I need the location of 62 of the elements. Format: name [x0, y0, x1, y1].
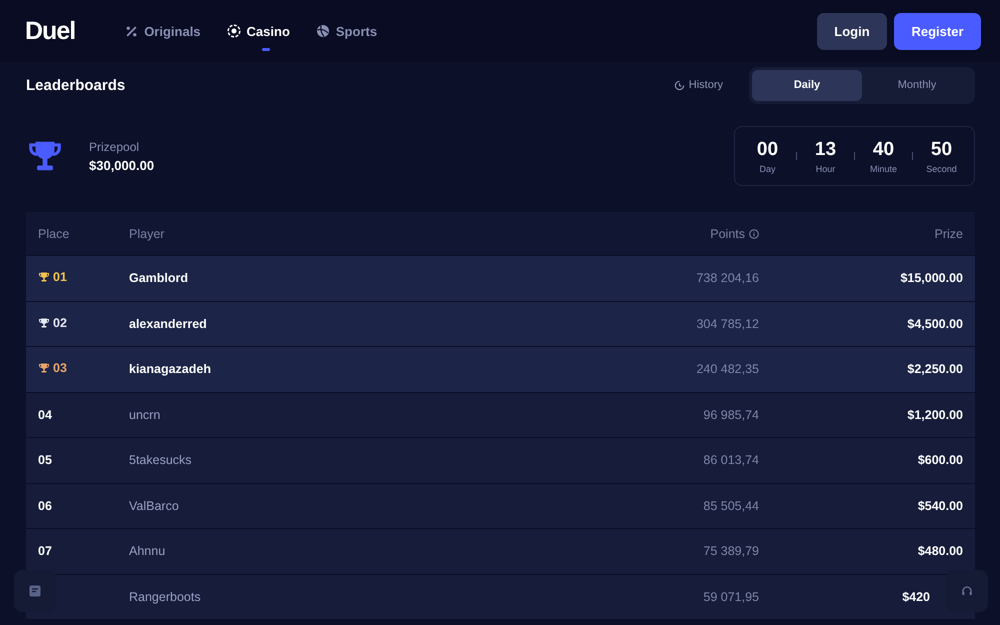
player-cell: ValBarco	[129, 498, 179, 513]
prize-cell: $600.00	[918, 453, 963, 468]
prizepool-label: Prizepool	[89, 140, 140, 154]
place-cell: 07	[38, 544, 52, 558]
countdown-value: 00	[756, 138, 780, 160]
player-cell: alexanderred	[129, 316, 207, 331]
player-cell: uncrn	[129, 408, 160, 422]
points-cell: 75 389,79	[703, 544, 759, 558]
page-title: Leaderboards	[26, 76, 126, 94]
period-tab[interactable]: Monthly	[862, 70, 972, 100]
chip-icon	[226, 24, 241, 38]
register-button[interactable]: Register	[894, 12, 981, 50]
prize-cell: $15,000.00	[900, 271, 963, 286]
points-cell: 85 505,44	[703, 498, 759, 513]
countdown-value: 50	[930, 138, 954, 160]
place-cell: 05	[38, 453, 52, 468]
player-cell: 5takesucks	[129, 453, 192, 468]
place-cell: 06	[38, 498, 52, 513]
place-cell: 02	[38, 316, 67, 330]
player-cell: Ahnnu	[129, 544, 166, 558]
place-cell: 03	[38, 361, 67, 376]
prize-cell: $420	[902, 590, 930, 604]
percent-icon	[125, 24, 138, 38]
clock-icon	[674, 80, 685, 90]
player-cell: kianagazadeh	[129, 362, 211, 376]
column-header: Place	[26, 212, 117, 255]
prize-cell: $2,250.00	[907, 362, 963, 376]
countdown-unit: Second	[925, 164, 958, 174]
login-button[interactable]: Login	[817, 12, 887, 50]
prize-cell: $540.00	[918, 498, 963, 513]
history-button[interactable]: History	[668, 78, 729, 92]
info-icon	[749, 228, 759, 238]
player-cell: Rangerboots	[129, 590, 201, 604]
column-header: Prize	[771, 212, 975, 255]
prize-cell: $4,500.00	[907, 316, 963, 331]
nav-tab[interactable]: Sports	[314, 16, 380, 46]
prizepool-amount: $30,000.00	[89, 158, 154, 172]
chat-button[interactable]	[14, 570, 56, 612]
nav-tab[interactable]: Originals	[123, 16, 203, 46]
ball-icon	[316, 24, 330, 38]
points-cell: 240 482,35	[696, 362, 759, 376]
period-tab[interactable]: Daily	[752, 70, 862, 100]
points-cell: 304 785,12	[696, 316, 759, 331]
countdown-unit: Minute	[868, 164, 898, 174]
logo[interactable]: Duel	[25, 16, 76, 46]
place-cell: 04	[38, 408, 52, 422]
points-cell: 59 071,95	[703, 590, 759, 604]
points-cell: 86 013,74	[703, 453, 759, 468]
chat-icon	[29, 585, 41, 597]
countdown-value: 40	[872, 138, 896, 160]
prize-cell: $1,200.00	[907, 408, 963, 422]
countdown-unit: Day	[758, 164, 776, 174]
countdown-value: 13	[814, 138, 838, 160]
column-header: Points	[710, 226, 759, 240]
column-header: Player	[117, 212, 477, 255]
prize-cell: $480.00	[918, 544, 963, 558]
player-cell: Gamblord	[129, 271, 188, 286]
points-cell: 96 985,74	[703, 408, 759, 422]
place-cell: 01	[38, 270, 67, 284]
headset-icon	[961, 585, 973, 597]
countdown-unit: Hour	[814, 164, 836, 174]
points-cell: 738 204,16	[696, 271, 759, 286]
